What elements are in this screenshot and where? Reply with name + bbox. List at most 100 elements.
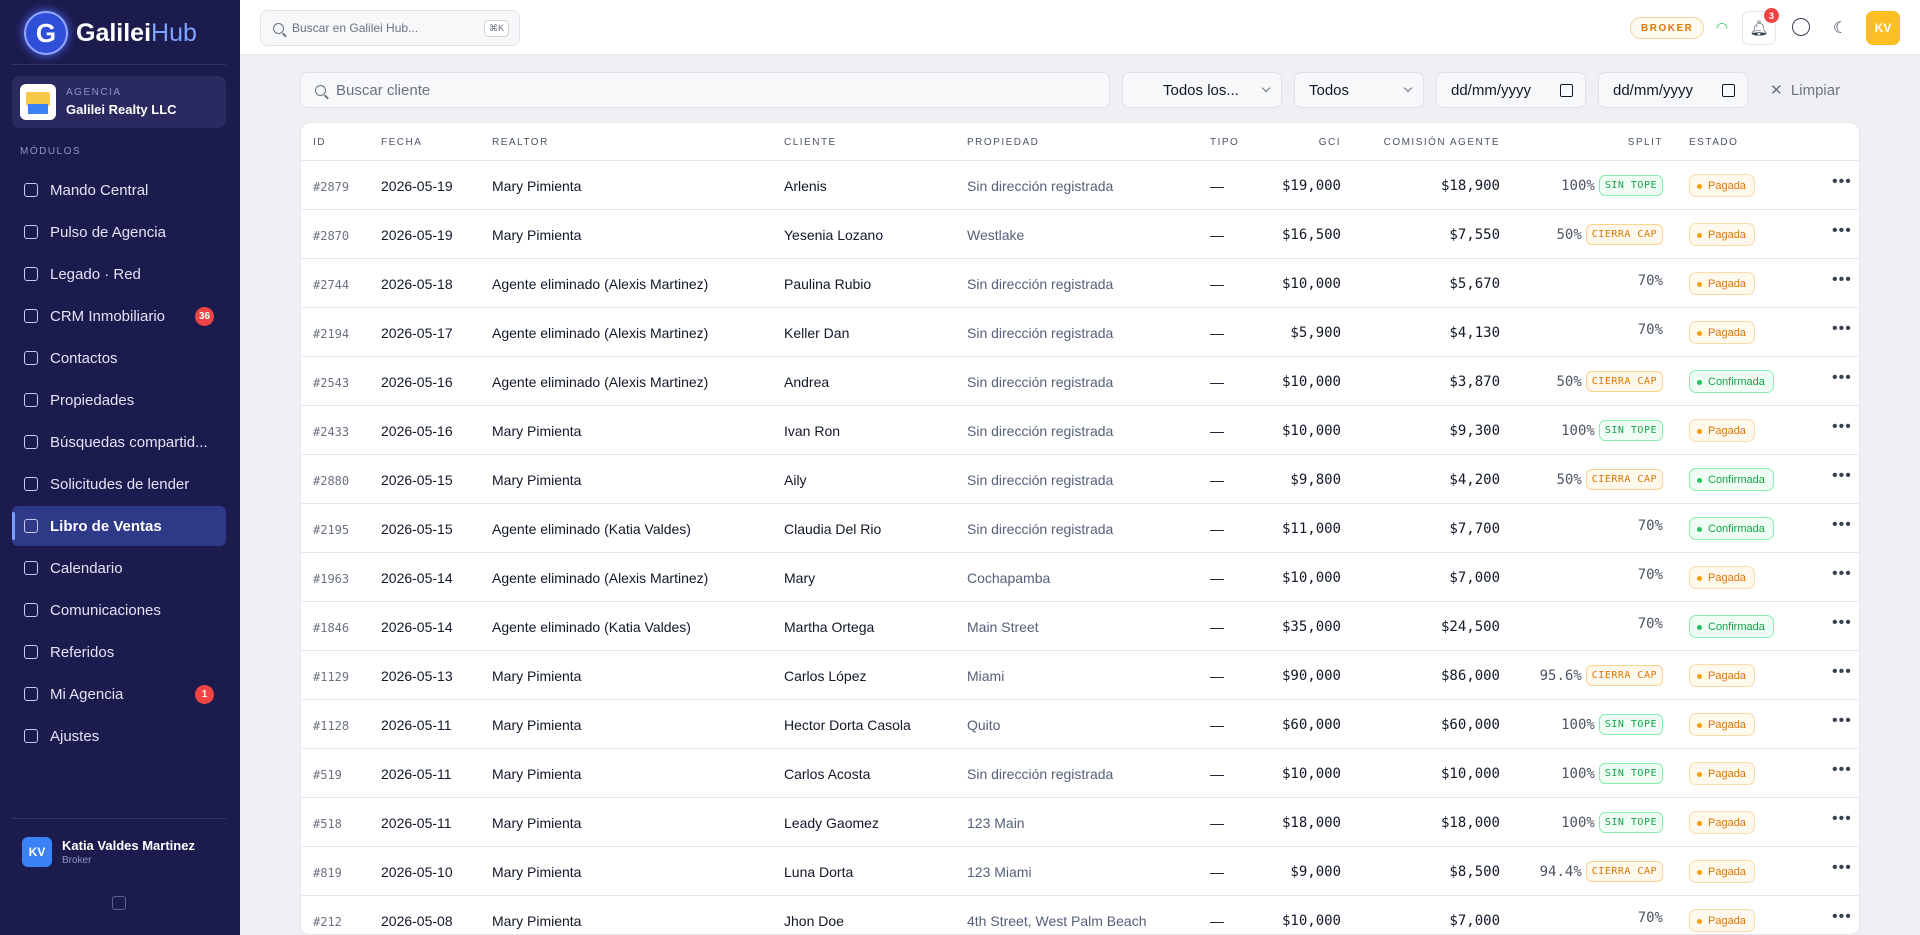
sidebar-item-12[interactable]: Mi Agencia 1 (12, 674, 226, 714)
cell-tipo: — (1210, 815, 1224, 831)
table-row[interactable]: #1963 2026-05-14 Agente eliminado (Alexis … (301, 553, 1859, 602)
split-percent: 100% (1561, 422, 1595, 439)
status-filter-select[interactable]: Todos (1294, 72, 1424, 108)
cell-fecha: 2026-05-14 (381, 570, 453, 586)
cell-tipo: — (1210, 276, 1224, 292)
sidebar-item-3[interactable]: CRM Inmobiliario 36 (12, 296, 226, 336)
clear-filters-button[interactable]: ✕ Limpiar (1770, 81, 1840, 99)
table-row[interactable]: #819 2026-05-10 Mary Pimienta Luna Dorta 123… (301, 847, 1859, 896)
cell-fecha: 2026-05-08 (381, 913, 453, 929)
table-row[interactable]: #518 2026-05-11 Mary Pimienta Leady Gaomez 1… (301, 798, 1859, 847)
cell-id: #519 (313, 768, 342, 782)
sidebar-item-0[interactable]: Mando Central (12, 170, 226, 210)
more-actions-icon[interactable]: ••• (1832, 712, 1852, 730)
more-actions-icon[interactable]: ••• (1832, 908, 1852, 926)
cell-split: 70% (1638, 322, 1663, 338)
more-actions-icon[interactable]: ••• (1832, 369, 1852, 387)
date-from-input[interactable]: dd/mm/yyyy (1436, 72, 1586, 108)
table-row[interactable]: #2880 2026-05-15 Mary Pimienta Aily Sin dire… (301, 455, 1859, 504)
language-globe-icon[interactable] (1792, 18, 1810, 36)
agency-switcher[interactable]: AGENCIA Galilei Realty LLC (12, 76, 226, 128)
more-actions-icon[interactable]: ••• (1832, 320, 1852, 338)
sidebar-item-9[interactable]: Calendario (12, 548, 226, 588)
sidebar-item-11[interactable]: Referidos (12, 632, 226, 672)
sidebar-item-13[interactable]: Ajustes (12, 716, 226, 756)
sidebar-item-4[interactable]: Contactos (12, 338, 226, 378)
more-actions-icon[interactable]: ••• (1832, 467, 1852, 485)
brand-logo[interactable]: G GalileiHub (24, 10, 197, 56)
col-gci[interactable]: GCI (1319, 137, 1341, 148)
cell-gci: $60,000 (1281, 717, 1341, 733)
col-id[interactable]: ID (313, 137, 326, 148)
table-row[interactable]: #1846 2026-05-14 Agente eliminado (Katia V… (301, 602, 1859, 651)
more-actions-icon[interactable]: ••• (1832, 663, 1852, 681)
top-avatar[interactable]: KV (1866, 11, 1900, 45)
table-row[interactable]: #1129 2026-05-13 Mary Pimienta Carlos López… (301, 651, 1859, 700)
dark-mode-moon-icon[interactable]: ☾ (1833, 18, 1847, 38)
more-actions-icon[interactable]: ••• (1832, 859, 1852, 877)
status-badge: Pagada (1689, 909, 1755, 932)
more-actions-icon[interactable]: ••• (1832, 418, 1852, 436)
cell-propiedad: Sin dirección registrada (967, 472, 1114, 488)
table-row[interactable]: #2195 2026-05-15 Agente eliminado (Katia V… (301, 504, 1859, 553)
realtor-filter-select[interactable]: Todos los... (1122, 72, 1282, 108)
sidebar-item-10[interactable]: Comunicaciones (12, 590, 226, 630)
col-estado[interactable]: ESTADO (1689, 137, 1738, 148)
sidebar-item-8[interactable]: Libro de Ventas (12, 506, 226, 546)
table-row[interactable]: #2744 2026-05-18 Agente eliminado (Alexis … (301, 259, 1859, 308)
table-row[interactable]: #2433 2026-05-16 Mary Pimienta Ivan Ron Sin … (301, 406, 1859, 455)
cell-id: #819 (313, 866, 342, 880)
cap-badge: CIERRA CAP (1585, 861, 1663, 882)
col-split[interactable]: SPLIT (1628, 137, 1663, 148)
cell-id: #1846 (313, 621, 350, 635)
cell-gci: $16,500 (1281, 227, 1341, 243)
cell-gci: $9,000 (1290, 864, 1341, 880)
sidebar-item-7[interactable]: Solicitudes de lender (12, 464, 226, 504)
status-badge: Pagada (1689, 664, 1755, 687)
more-actions-icon[interactable]: ••• (1832, 810, 1852, 828)
cell-fecha: 2026-05-16 (381, 374, 453, 390)
col-tipo[interactable]: TIPO (1210, 137, 1239, 148)
table-row[interactable]: #2543 2026-05-16 Agente eliminado (Alexis … (301, 357, 1859, 406)
notifications-button[interactable]: 🔔︎ 3 (1742, 8, 1779, 45)
col-cliente[interactable]: CLIENTE (784, 137, 837, 148)
sidebar-item-1[interactable]: Pulso de Agencia (12, 212, 226, 252)
cell-cliente: Keller Dan (784, 325, 850, 341)
global-search[interactable]: Buscar en Galilei Hub... ⌘K (260, 10, 520, 46)
table-row[interactable]: #1128 2026-05-11 Mary Pimienta Hector Dorta… (301, 700, 1859, 749)
cell-tipo: — (1210, 717, 1224, 733)
table-row[interactable]: #2194 2026-05-17 Agente eliminado (Alexis … (301, 308, 1859, 357)
client-search-input[interactable]: Buscar cliente (300, 72, 1110, 108)
more-actions-icon[interactable]: ••• (1832, 761, 1852, 779)
sidebar-item-6[interactable]: Búsquedas compartid... (12, 422, 226, 462)
date-to-input[interactable]: dd/mm/yyyy (1598, 72, 1748, 108)
user-profile[interactable]: KV Katia Valdes Martinez Broker (22, 837, 195, 867)
sidebar-item-5[interactable]: Propiedades (12, 380, 226, 420)
more-actions-icon[interactable]: ••• (1832, 614, 1852, 632)
cell-propiedad: Westlake (967, 227, 1025, 243)
more-actions-icon[interactable]: ••• (1832, 222, 1852, 240)
table-row[interactable]: #212 2026-05-08 Mary Pimienta Jhon Doe 4th S… (301, 896, 1859, 934)
more-actions-icon[interactable]: ••• (1832, 516, 1852, 534)
col-comision[interactable]: COMISIÓN AGENTE (1384, 137, 1500, 148)
cell-fecha: 2026-05-18 (381, 276, 453, 292)
cell-tipo: — (1210, 227, 1224, 243)
sidebar-item-2[interactable]: Legado · Red (12, 254, 226, 294)
cell-comision: $60,000 (1440, 717, 1500, 733)
collapse-sidebar-icon[interactable] (112, 896, 126, 910)
split-percent: 100% (1561, 716, 1595, 733)
cell-comision: $7,550 (1449, 227, 1500, 243)
shortcut-badge: ⌘K (483, 20, 509, 37)
cell-id: #2879 (313, 180, 350, 194)
status-badge: Pagada (1689, 811, 1755, 834)
table-row[interactable]: #2879 2026-05-19 Mary Pimienta Arlenis Sin d… (301, 161, 1859, 210)
col-propiedad[interactable]: PROPIEDAD (967, 137, 1039, 148)
cell-tipo: — (1210, 423, 1224, 439)
table-row[interactable]: #2870 2026-05-19 Mary Pimienta Yesenia Loza… (301, 210, 1859, 259)
more-actions-icon[interactable]: ••• (1832, 271, 1852, 289)
col-realtor[interactable]: REALTOR (492, 137, 549, 148)
more-actions-icon[interactable]: ••• (1832, 565, 1852, 583)
table-row[interactable]: #519 2026-05-11 Mary Pimienta Carlos Acosta… (301, 749, 1859, 798)
col-fecha[interactable]: FECHA (381, 137, 422, 148)
more-actions-icon[interactable]: ••• (1832, 173, 1852, 191)
